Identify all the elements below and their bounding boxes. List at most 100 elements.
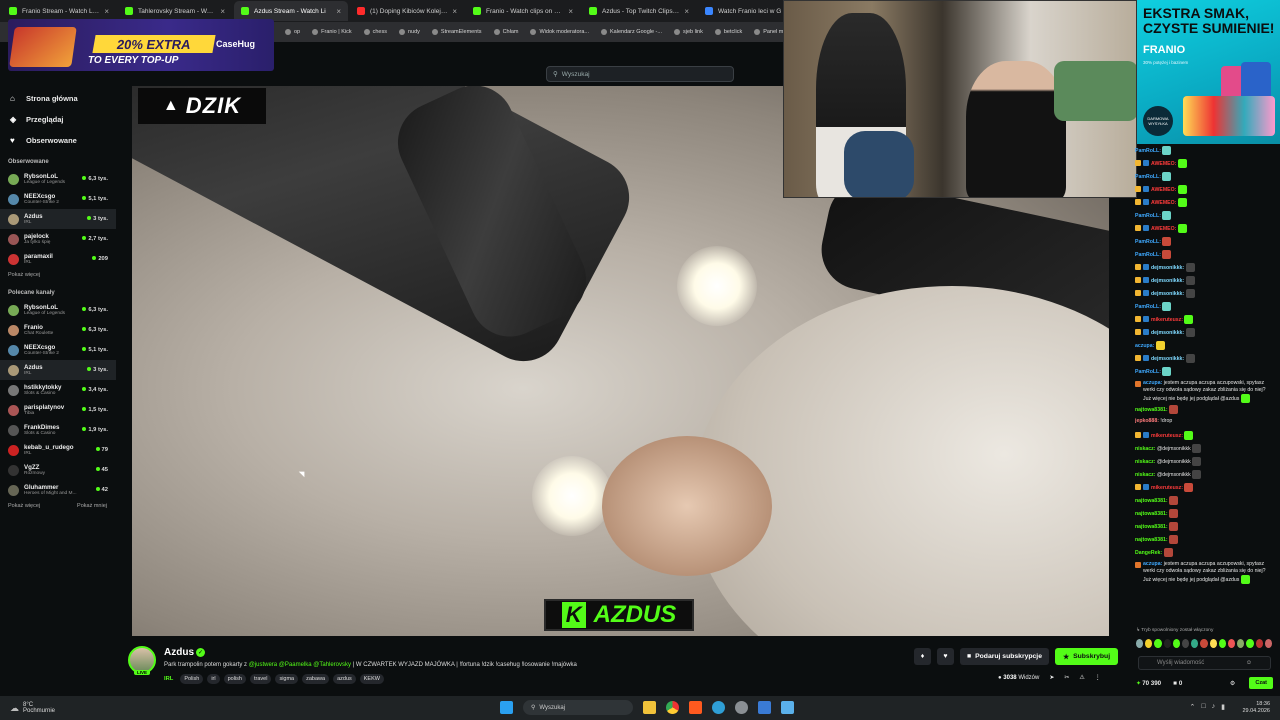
bookmark-item[interactable]: nudy xyxy=(398,29,420,35)
notification-bell-button[interactable]: ♦ xyxy=(914,648,931,665)
chat-username[interactable]: niskacz: xyxy=(1135,446,1155,452)
stream-tag[interactable]: azdus xyxy=(333,674,356,684)
chevron-up-icon[interactable]: ⌃ xyxy=(1190,703,1196,711)
sidebar-channel[interactable]: Azdus IRL 3 tys. xyxy=(0,360,116,380)
close-tab-icon[interactable]: × xyxy=(684,7,689,16)
chat-username[interactable]: aczupa: xyxy=(1143,380,1162,386)
chat-username[interactable]: AWEMEO: xyxy=(1151,226,1176,232)
chat-username[interactable]: dejmsonikkk: xyxy=(1151,291,1184,297)
emote-bar[interactable] xyxy=(1136,639,1273,650)
sidebar-channel[interactable]: NEEXcsgo Counter-Strike 2 5,1 tys. xyxy=(0,189,116,209)
edge-icon[interactable] xyxy=(712,701,725,714)
chat-username[interactable]: aczupa: xyxy=(1143,561,1162,567)
quick-emote-icon[interactable] xyxy=(1154,639,1162,648)
gift-icon[interactable]: ■ xyxy=(1173,680,1177,687)
battery-icon[interactable]: ▮ xyxy=(1221,703,1225,711)
sidebar-channel[interactable]: paramaxil IRL 209 xyxy=(0,249,116,269)
chat-username[interactable]: PamRoLL: xyxy=(1135,369,1161,375)
sidebar-channel[interactable]: RybsonLoL League of Legends 6,3 tys. xyxy=(0,169,116,189)
browser-tab[interactable]: Tahlerovsky Stream - Watch Li × xyxy=(118,1,232,21)
chat-send-button[interactable]: Czat xyxy=(1249,677,1273,689)
browser-tab[interactable]: (1) Doping Kibiców Kolejorza × xyxy=(350,1,464,21)
chat-input[interactable]: Wyślij wiadomość ☺ xyxy=(1138,656,1271,670)
bookmark-item[interactable]: Chłam xyxy=(493,29,518,35)
settings-icon[interactable] xyxy=(735,701,748,714)
chat-username[interactable]: PamRoLL: xyxy=(1135,148,1161,154)
sidebar-channel[interactable]: Franio Chat Roulette 6,3 tys. xyxy=(0,320,116,340)
quick-emote-icon[interactable] xyxy=(1228,639,1236,648)
sidebar-channel[interactable]: Azdus IRL 3 tys. xyxy=(0,209,116,229)
streamer-name[interactable]: Azdus xyxy=(164,647,194,658)
chat-username[interactable]: PamRoLL: xyxy=(1135,174,1161,180)
stream-category[interactable]: IRL xyxy=(164,676,173,682)
chat-username[interactable]: mikeruteusz: xyxy=(1151,485,1183,491)
chat-username[interactable]: PamRoLL: xyxy=(1135,239,1161,245)
chat-username[interactable]: dejmsonikkk: xyxy=(1151,356,1184,362)
sidebar-nav-item[interactable]: ♥ Obserwowane xyxy=(0,130,116,151)
network-icon[interactable]: □ xyxy=(1201,703,1205,711)
stream-tag[interactable]: polish xyxy=(223,674,246,684)
quick-emote-icon[interactable] xyxy=(1145,639,1153,648)
close-tab-icon[interactable]: × xyxy=(452,7,457,16)
sidebar-channel[interactable]: RybsonLoL League of Legends 6,3 tys. xyxy=(0,300,116,320)
quick-emote-icon[interactable] xyxy=(1246,639,1254,648)
close-tab-icon[interactable]: × xyxy=(568,7,573,16)
chat-username[interactable]: najtowa8381: xyxy=(1135,524,1168,530)
title-mentions[interactable]: @justwera @Paamelka @Tahlerovsky xyxy=(249,662,351,668)
stream-tag[interactable]: sigma xyxy=(275,674,299,684)
chat-username[interactable]: PamRoLL: xyxy=(1135,252,1161,258)
chat-username[interactable]: DangeRek: xyxy=(1135,550,1162,556)
clock[interactable]: 18:36 29.04.2026 xyxy=(1242,701,1270,715)
search-input[interactable]: ⚲ Wyszukaj xyxy=(546,66,734,82)
windows-start-icon[interactable] xyxy=(500,701,513,714)
sidebar-channel[interactable]: kebab_u_rudego IRL 79 xyxy=(0,440,116,460)
sidebar-channel[interactable]: NEEXcsgo Counter-Strike 2 5,1 tys. xyxy=(0,340,116,360)
chat-username[interactable]: niskacz: xyxy=(1135,459,1155,465)
bookmark-item[interactable]: Franio | Kick xyxy=(312,29,352,35)
chat-username[interactable]: PamRoLL: xyxy=(1135,213,1161,219)
bookmark-item[interactable]: op xyxy=(285,29,300,35)
chat-username[interactable]: dejmsonikkk: xyxy=(1151,330,1184,336)
close-tab-icon[interactable]: × xyxy=(336,7,341,16)
browser-tab[interactable]: Azdus - Top Twitch Clips - Twi × xyxy=(582,1,696,21)
sidebar-channel[interactable]: pajelock Ja tylko śpię 2,7 tys. xyxy=(0,229,116,249)
report-icon[interactable]: ⚠ xyxy=(1079,674,1084,681)
sidebar-channel[interactable]: parisplatynov Tibia 1,5 tys. xyxy=(0,400,116,420)
emote-picker-icon[interactable]: ☺ xyxy=(1246,660,1252,666)
quick-emote-icon[interactable] xyxy=(1136,639,1144,648)
settings-icon[interactable]: ⚙ xyxy=(1230,680,1236,687)
brave-icon[interactable] xyxy=(689,701,702,714)
weather-widget[interactable]: ☁ 8°C Pochmurnie xyxy=(10,702,55,714)
sidebar-channel[interactable]: hstikkytokky Slots & Casino 3,4 tys. xyxy=(0,380,116,400)
quick-emote-icon[interactable] xyxy=(1172,639,1181,648)
quick-emote-icon[interactable] xyxy=(1200,639,1208,648)
quick-emote-icon[interactable] xyxy=(1163,639,1171,648)
taskbar-search[interactable]: ⚲ Wyszukaj xyxy=(523,700,633,715)
chat-username[interactable]: niskacz: xyxy=(1135,472,1155,478)
quick-emote-icon[interactable] xyxy=(1264,639,1273,648)
sidebar-nav-item[interactable]: ◈ Przeglądaj xyxy=(0,109,116,130)
bookmark-item[interactable]: betclick xyxy=(714,29,742,35)
franio-ad[interactable]: EKSTRA SMAK, CZYSTE SUMIENIE! FRANIO 30% … xyxy=(1137,0,1280,144)
chat-username[interactable]: AWEMEO: xyxy=(1151,187,1176,193)
stream-tag[interactable]: Polish xyxy=(180,674,204,684)
stream-tag[interactable]: irl xyxy=(207,674,220,684)
show-more-link[interactable]: Pokaż więcej xyxy=(8,272,40,278)
chat-username[interactable]: najtowa8381: xyxy=(1135,407,1168,413)
sidebar-nav-item[interactable]: ⌂ Strona główna xyxy=(0,88,116,109)
sidebar-channel[interactable]: Gluhammer Heroes of Might and M... 42 xyxy=(0,480,116,500)
browser-tab[interactable]: Franio Stream - Watch Live on × xyxy=(2,1,116,21)
quick-emote-icon[interactable] xyxy=(1218,639,1227,648)
volume-icon[interactable]: ♪ xyxy=(1212,703,1216,711)
more-icon[interactable]: ⋮ xyxy=(1095,674,1101,681)
chat-username[interactable]: mikeruteusz: xyxy=(1151,433,1183,439)
chat-username[interactable]: jepko888: xyxy=(1135,418,1159,424)
stream-tag[interactable]: travel xyxy=(249,674,272,684)
sidebar-channel[interactable]: FrankDimes Slots & Casino 1,9 tys. xyxy=(0,420,116,440)
follow-heart-button[interactable]: ♥ xyxy=(937,648,954,665)
sidebar-channel[interactable]: VgZZ Rozmowy 45 xyxy=(0,460,116,480)
chat-username[interactable]: PamRoLL: xyxy=(1135,304,1161,310)
share-icon[interactable]: ➤ xyxy=(1049,674,1054,681)
chat-username[interactable]: dejmsonikkk: xyxy=(1151,278,1184,284)
bookmark-item[interactable]: sjeb link xyxy=(673,29,703,35)
